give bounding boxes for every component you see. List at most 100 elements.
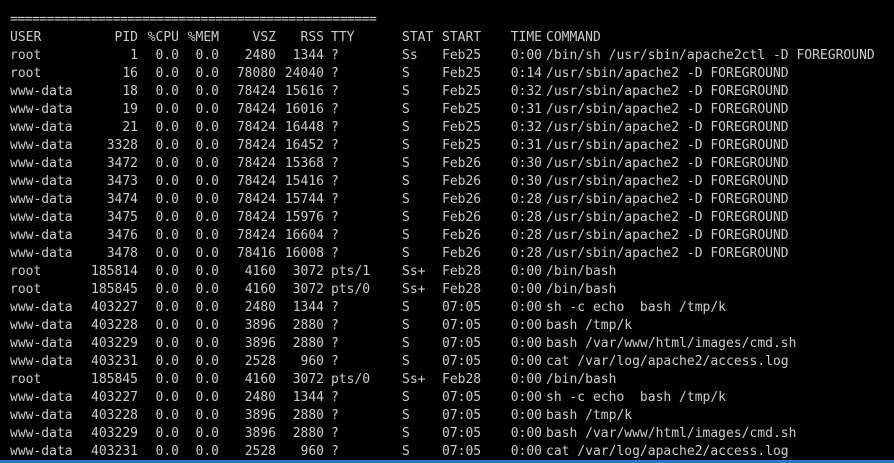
cell-mem: 0.0 [195, 84, 219, 99]
cell-start: 07:05 [442, 354, 482, 369]
cell-pid: 3478 [106, 246, 138, 261]
cell-mem: 0.0 [195, 282, 219, 297]
cell-vsz: 3896 [244, 426, 276, 441]
header-start: START [442, 30, 482, 45]
header-pid: PID [114, 30, 138, 45]
cell-cpu: 0.0 [155, 66, 179, 81]
cell-cpu: 0.0 [155, 138, 179, 153]
cell-cpu: 0.0 [155, 192, 179, 207]
cell-mem: 0.0 [195, 66, 219, 81]
process-row: www-data 3473 0.0 0.0 78424 15416? S Feb26 0:30/… [0, 173, 894, 191]
cell-rss: 24040 [284, 66, 324, 81]
process-row: root 16 0.0 0.0 78080 24040? S Feb25 0:14/usr/sb… [0, 65, 894, 83]
cell-pid: 21 [122, 120, 138, 135]
cell-vsz: 78424 [236, 210, 276, 225]
cell-start: Feb25 [442, 84, 482, 99]
process-row: www-data 21 0.0 0.0 78424 16448? S Feb25 0:32/us… [0, 119, 894, 137]
cell-mem: 0.0 [195, 210, 219, 225]
cell-rss: 15744 [284, 192, 324, 207]
cell-mem: 0.0 [195, 336, 219, 351]
cell-pid: 1 [130, 48, 138, 63]
cell-rss: 15368 [284, 156, 324, 171]
cell-stat: Ss+ [402, 282, 426, 297]
cell-command: /usr/sbin/apache2 -D FOREGROUND [546, 138, 789, 153]
cell-pid: 3472 [106, 156, 138, 171]
cell-mem: 0.0 [195, 408, 219, 423]
cell-mem: 0.0 [195, 246, 219, 261]
cell-mem: 0.0 [195, 354, 219, 369]
cell-mem: 0.0 [195, 156, 219, 171]
cell-time: 0:00 [510, 318, 542, 333]
process-row: www-data 3474 0.0 0.0 78424 15744? S Feb26 0:28/… [0, 191, 894, 209]
cell-command: /usr/sbin/apache2 -D FOREGROUND [546, 120, 789, 135]
cell-command: /bin/bash [546, 264, 617, 279]
cell-mem: 0.0 [195, 192, 219, 207]
cell-time: 0:00 [510, 426, 542, 441]
cell-tty: ? [331, 210, 339, 225]
cell-time: 0:28 [510, 192, 542, 207]
cell-vsz: 78424 [236, 156, 276, 171]
cell-tty: ? [331, 174, 339, 189]
cell-time: 0:00 [510, 48, 542, 63]
cell-stat: Ss [402, 48, 418, 63]
cell-cpu: 0.0 [155, 336, 179, 351]
cell-stat: S [402, 408, 410, 423]
cell-command: sh -c echo bash /tmp/k [546, 390, 727, 405]
cell-start: Feb28 [442, 282, 482, 297]
cell-tty: ? [331, 228, 339, 243]
cell-cpu: 0.0 [155, 426, 179, 441]
cell-start: 07:05 [442, 336, 482, 351]
process-row: root 185845 0.0 0.0 4160 3072 pts/0 Ss+ Feb28 0:0… [0, 281, 894, 299]
cell-start: Feb25 [442, 48, 482, 63]
cell-start: Feb25 [442, 120, 482, 135]
cell-stat: S [402, 84, 410, 99]
cell-stat: S [402, 138, 410, 153]
cell-time: 0:31 [510, 138, 542, 153]
cell-start: Feb25 [442, 66, 482, 81]
cell-rss: 15416 [284, 174, 324, 189]
cell-stat: S [402, 300, 410, 315]
cell-command: /usr/sbin/apache2 -D FOREGROUND [546, 228, 789, 243]
cell-time: 0:32 [510, 84, 542, 99]
cell-pid: 3473 [106, 174, 138, 189]
terminal-window[interactable]: ========================================… [0, 0, 894, 463]
cell-pid: 185845 [91, 372, 138, 387]
cell-rss: 960 [300, 444, 324, 459]
cell-command: /usr/sbin/apache2 -D FOREGROUND [546, 210, 789, 225]
cell-tty: ? [331, 408, 339, 423]
cell-vsz: 2528 [244, 354, 276, 369]
process-row: www-data 3328 0.0 0.0 78424 16452? S Feb25 0:31/… [0, 137, 894, 155]
cell-cpu: 0.0 [155, 246, 179, 261]
cell-rss: 1344 [292, 300, 324, 315]
cell-stat: S [402, 192, 410, 207]
cell-vsz: 3896 [244, 318, 276, 333]
cell-rss: 2880 [292, 408, 324, 423]
cell-pid: 3328 [106, 138, 138, 153]
cell-start: Feb26 [442, 228, 482, 243]
cell-mem: 0.0 [195, 300, 219, 315]
process-row: www-data 3472 0.0 0.0 78424 15368? S Feb26 0:30/… [0, 155, 894, 173]
cell-mem: 0.0 [195, 228, 219, 243]
cell-vsz: 2480 [244, 48, 276, 63]
cell-time: 0:00 [510, 408, 542, 423]
cell-time: 0:00 [510, 444, 542, 459]
process-table-header: USER PID %CPU %MEM VSZ RSS TTY STAT STAR… [0, 29, 894, 47]
cell-command: sh -c echo bash /tmp/k [546, 300, 727, 315]
cell-start: Feb26 [442, 246, 482, 261]
cell-command: /usr/sbin/apache2 -D FOREGROUND [546, 84, 789, 99]
cell-cpu: 0.0 [155, 102, 179, 117]
cell-pid: 185814 [91, 264, 138, 279]
cell-tty: ? [331, 336, 339, 351]
cell-mem: 0.0 [195, 102, 219, 117]
process-row: root 185814 0.0 0.0 4160 3072 pts/1 Ss+ Feb28 0:0… [0, 263, 894, 281]
cell-cpu: 0.0 [155, 390, 179, 405]
cell-stat: S [402, 318, 410, 333]
separator-line: ========================================… [10, 12, 377, 27]
process-row: www-data 403231 0.0 0.0 2528 960? S 07:05 0:00 ca… [0, 443, 894, 461]
process-row: www-data 403231 0.0 0.0 2528 960? S 07:05 0:00 ca… [0, 353, 894, 371]
cell-start: Feb26 [442, 174, 482, 189]
process-row: www-data 403229 0.0 0.0 3896 2880? S 07:05 0:00 b… [0, 425, 894, 443]
cell-rss: 16448 [284, 120, 324, 135]
cell-stat: S [402, 444, 410, 459]
process-row: www-data 18 0.0 0.0 78424 15616? S Feb25 0:32/us… [0, 83, 894, 101]
